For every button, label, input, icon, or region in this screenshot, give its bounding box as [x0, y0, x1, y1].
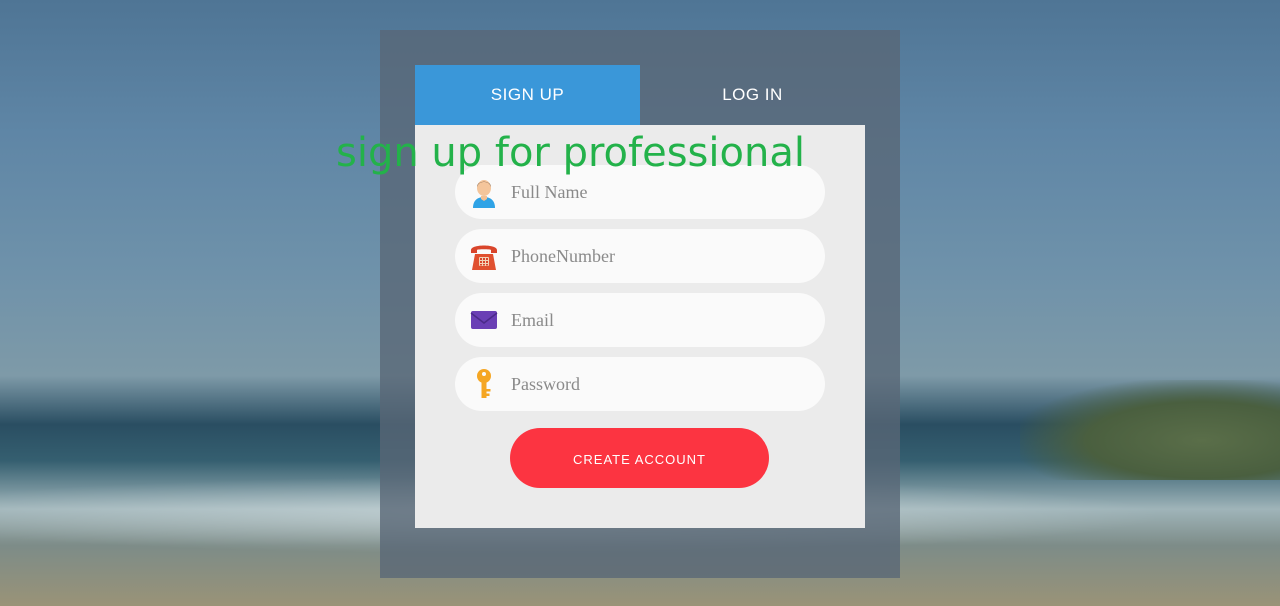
tab-signup[interactable]: SIGN UP [415, 65, 640, 125]
overlay-title: sign up for professional [336, 130, 805, 176]
password-field[interactable] [455, 357, 825, 411]
email-field[interactable] [455, 293, 825, 347]
envelope-icon [469, 304, 499, 336]
tab-login[interactable]: LOG IN [640, 65, 865, 125]
email-input[interactable] [511, 293, 811, 347]
phone-input[interactable] [511, 229, 811, 283]
key-icon [469, 368, 499, 400]
background-hill [1020, 380, 1280, 480]
telephone-icon [469, 240, 499, 272]
person-icon [469, 176, 499, 208]
phone-field[interactable] [455, 229, 825, 283]
create-account-button[interactable]: CREATE ACCOUNT [510, 428, 769, 488]
password-input[interactable] [511, 357, 811, 411]
